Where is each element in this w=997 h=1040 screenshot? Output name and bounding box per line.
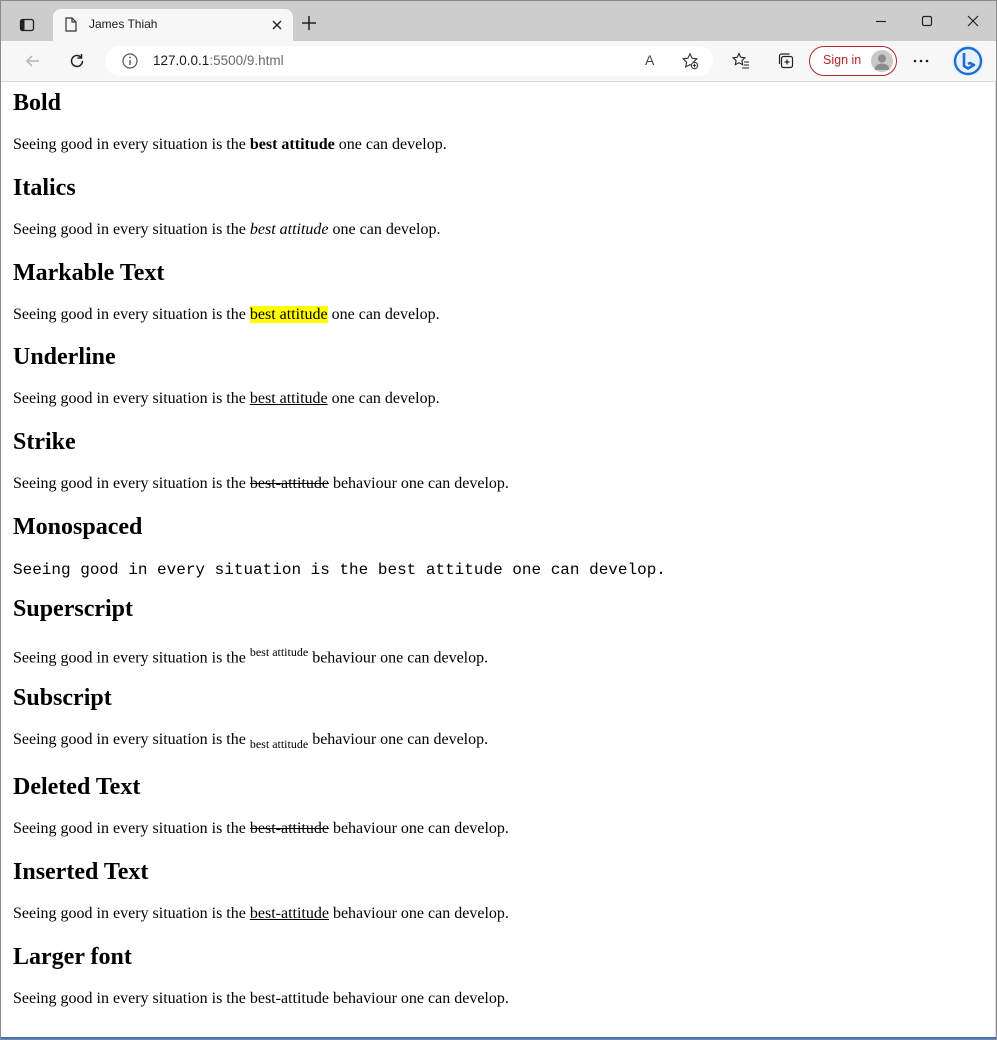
paragraph-monospaced: Seeing good in every situation is the be… bbox=[13, 561, 666, 579]
scrollbar[interactable] bbox=[995, 82, 996, 1039]
heading-larger: Larger font bbox=[13, 944, 132, 970]
paragraph-superscript: Seeing good in every situation is the be… bbox=[13, 645, 489, 667]
maximize-icon[interactable] bbox=[917, 11, 937, 31]
refresh-icon[interactable] bbox=[67, 51, 87, 71]
paragraph-underline: Seeing good in every situation is the be… bbox=[13, 390, 440, 407]
info-icon[interactable] bbox=[121, 52, 139, 70]
heading-underline: Underline bbox=[13, 344, 116, 370]
heading-italics: Italics bbox=[13, 175, 76, 201]
tab-active[interactable]: James Thiah bbox=[53, 9, 293, 41]
paragraph-bold: Seeing good in every situation is the be… bbox=[13, 136, 447, 153]
avatar-icon bbox=[871, 50, 893, 72]
underlined-text: best attitude bbox=[249, 390, 328, 407]
read-aloud-icon[interactable]: A bbox=[645, 52, 654, 68]
paragraph-deleted: Seeing good in every situation is the be… bbox=[13, 820, 509, 837]
sign-in-label: Sign in bbox=[823, 53, 862, 67]
heading-superscript: Superscript bbox=[13, 596, 133, 622]
close-icon[interactable] bbox=[269, 17, 285, 33]
heading-deleted: Deleted Text bbox=[13, 774, 141, 800]
page-content: Bold Seeing good in every situation is t… bbox=[1, 82, 996, 1039]
favorites-icon[interactable] bbox=[731, 51, 751, 71]
bing-icon[interactable] bbox=[952, 45, 984, 77]
taskbar-edge bbox=[1, 1037, 996, 1039]
page-icon bbox=[65, 17, 77, 32]
struck-text: best-attitude bbox=[249, 475, 329, 492]
heading-monospaced: Monospaced bbox=[13, 514, 143, 540]
heading-subscript: Subscript bbox=[13, 685, 112, 711]
heading-markable: Markable Text bbox=[13, 260, 165, 286]
heading-bold: Bold bbox=[13, 90, 62, 116]
heading-inserted: Inserted Text bbox=[13, 859, 149, 885]
more-icon[interactable] bbox=[911, 51, 931, 71]
favorite-add-icon[interactable] bbox=[681, 52, 699, 70]
paragraph-italics: Seeing good in every situation is the be… bbox=[13, 221, 441, 238]
subscript-text: best attitude bbox=[249, 737, 309, 752]
paragraph-markable: Seeing good in every situation is the be… bbox=[13, 306, 440, 323]
window-close-icon[interactable] bbox=[963, 11, 983, 31]
paragraph-inserted: Seeing good in every situation is the be… bbox=[13, 905, 509, 922]
browser-window: James Thiah 127.0.0.1:5500/9.html A Sign… bbox=[0, 0, 997, 1040]
tab-title: James Thiah bbox=[89, 17, 158, 31]
collections-icon[interactable] bbox=[776, 51, 796, 71]
url-text[interactable]: 127.0.0.1:5500/9.html bbox=[153, 53, 284, 68]
sign-in-button[interactable]: Sign in bbox=[809, 46, 897, 76]
italic-text: best attitude bbox=[249, 221, 329, 238]
superscript-text: best attitude bbox=[249, 645, 309, 659]
back-icon[interactable] bbox=[23, 51, 43, 71]
inserted-text: best-attitude bbox=[249, 905, 329, 922]
tab-strip: James Thiah bbox=[1, 1, 996, 41]
deleted-text: best-attitude bbox=[249, 820, 329, 837]
paragraph-larger: Seeing good in every situation is the be… bbox=[13, 990, 509, 1007]
marked-text: best attitude bbox=[249, 306, 328, 323]
tab-actions-icon[interactable] bbox=[9, 9, 45, 41]
paragraph-subscript: Seeing good in every situation is the be… bbox=[13, 731, 489, 752]
toolbar: 127.0.0.1:5500/9.html A Sign in bbox=[1, 41, 996, 82]
paragraph-strike: Seeing good in every situation is the be… bbox=[13, 475, 509, 492]
address-bar[interactable]: 127.0.0.1:5500/9.html A bbox=[105, 46, 713, 76]
plus-icon[interactable] bbox=[299, 13, 319, 33]
heading-strike: Strike bbox=[13, 429, 76, 455]
minimize-icon[interactable] bbox=[871, 11, 891, 31]
bold-text: best attitude bbox=[249, 136, 335, 153]
